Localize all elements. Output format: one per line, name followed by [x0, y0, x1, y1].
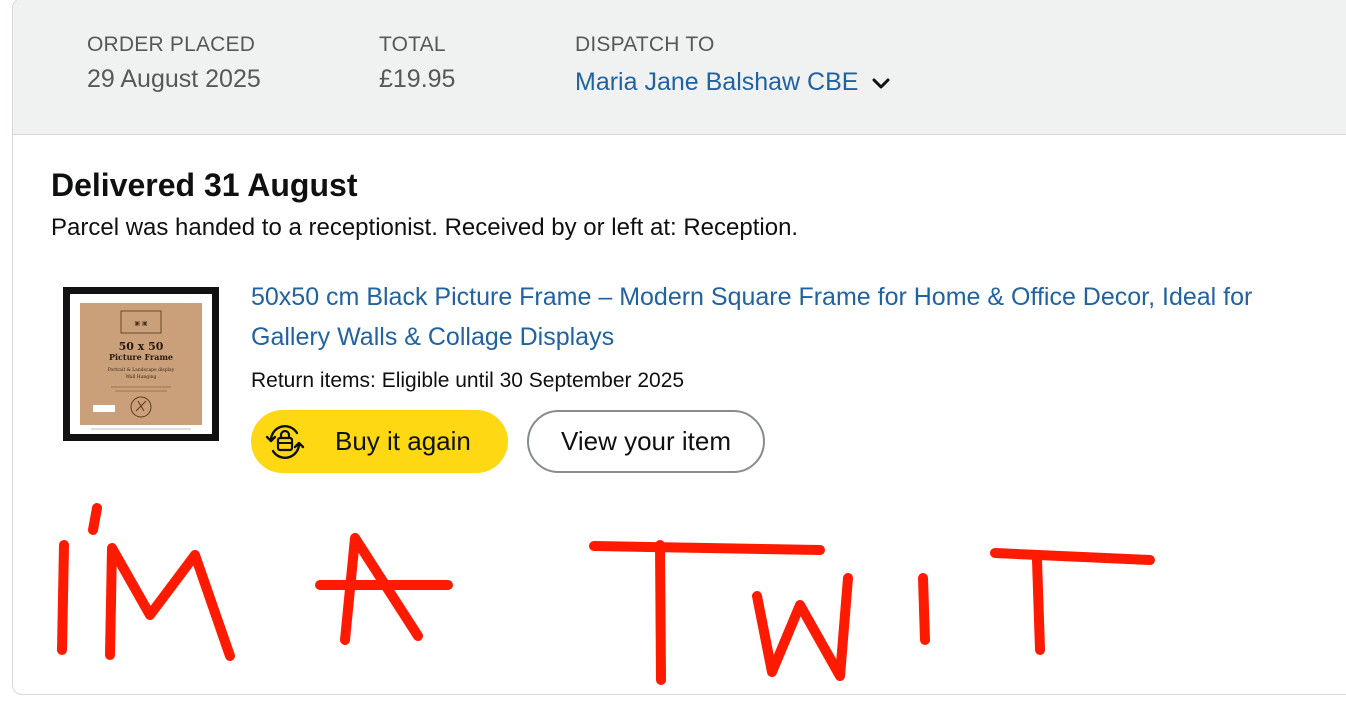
order-header: ORDER PLACED 29 August 2025 TOTAL £19.95…	[13, 0, 1346, 135]
thumbnail-line2-text: Wall Hanging	[126, 374, 157, 380]
thumbnail-line1-text: Portrait & Landscape display	[108, 367, 175, 373]
chevron-down-icon	[872, 78, 890, 88]
order-placed-value: 29 August 2025	[87, 65, 261, 93]
view-your-item-button[interactable]: View your item	[527, 410, 765, 473]
delivery-status-title: Delivered 31 August	[51, 167, 358, 203]
view-your-item-label: View your item	[560, 426, 732, 456]
thumbnail-name-text: Picture Frame	[109, 352, 173, 362]
dispatch-label: DISPATCH TO	[575, 33, 715, 56]
svg-text:▣ ▣: ▣ ▣	[134, 320, 147, 327]
order-placed-label: ORDER PLACED	[87, 33, 256, 56]
dispatch-recipient-name: Maria Jane Balshaw CBE	[575, 68, 859, 96]
dispatch-column: DISPATCH TO Maria Jane Balshaw CBE	[575, 33, 892, 97]
product-title-link[interactable]: 50x50 cm Black Picture Frame – Modern Sq…	[251, 277, 1311, 357]
product-thumbnail[interactable]: ▣ ▣ 50 x 50 Picture Frame Portrait & Lan…	[63, 287, 219, 441]
buy-it-again-label: Buy it again	[335, 426, 471, 456]
order-total-label: TOTAL	[379, 33, 446, 56]
order-total-column: TOTAL £19.95	[379, 33, 455, 94]
dispatch-recipient-dropdown[interactable]: Maria Jane Balshaw CBE	[575, 68, 892, 97]
order-total-value: £19.95	[379, 65, 456, 93]
order-card: ORDER PLACED 29 August 2025 TOTAL £19.95…	[12, 0, 1346, 695]
delivery-status-detail: Parcel was handed to a receptionist. Rec…	[51, 214, 799, 241]
return-eligibility: Return items: Eligible until 30 Septembe…	[251, 369, 685, 392]
order-placed-column: ORDER PLACED 29 August 2025	[87, 33, 261, 94]
buy-it-again-button[interactable]: Buy it again	[251, 410, 508, 473]
buy-again-cycle-icon	[265, 424, 305, 459]
